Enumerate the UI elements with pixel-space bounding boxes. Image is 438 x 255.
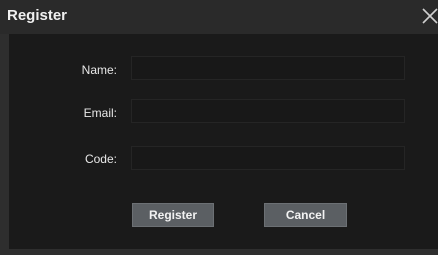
close-icon[interactable] — [420, 5, 438, 25]
name-label: Name: — [81, 63, 117, 77]
title-bar: Register — [0, 0, 438, 34]
register-button[interactable]: Register — [132, 203, 214, 227]
code-field[interactable] — [131, 146, 405, 170]
name-field[interactable] — [131, 56, 405, 80]
cancel-button[interactable]: Cancel — [264, 203, 347, 227]
dialog-title: Register — [7, 7, 68, 24]
email-label: Email: — [83, 106, 117, 120]
email-field[interactable] — [131, 99, 405, 123]
register-dialog: Register Name: Email: Code: Register Can… — [0, 0, 438, 255]
code-label: Code: — [84, 152, 117, 166]
